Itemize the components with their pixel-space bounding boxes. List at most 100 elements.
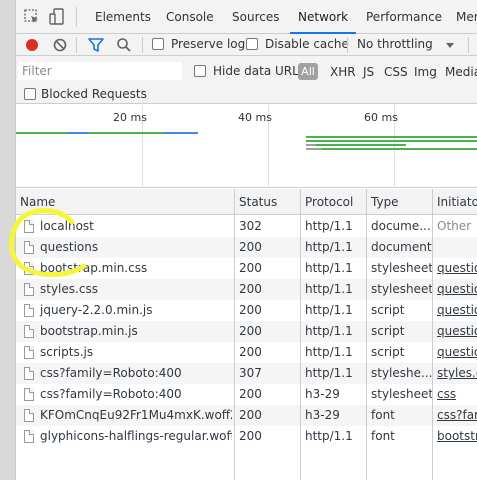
record-icon[interactable] — [20, 33, 44, 57]
disable-cache-checkbox[interactable] — [246, 38, 258, 50]
cell-initiator[interactable]: css — [433, 384, 477, 405]
cell-status: 200 — [239, 408, 262, 422]
blocked-requests-checkbox[interactable] — [24, 88, 36, 100]
tab-console[interactable]: Console — [166, 0, 214, 34]
file-icon — [24, 304, 34, 317]
devtools-tab-bar: Elements Console Sources Network Perform… — [16, 0, 477, 34]
cell-name[interactable]: localhost — [36, 216, 232, 237]
filter-input[interactable] — [18, 62, 182, 80]
dropdown-icon[interactable] — [438, 33, 462, 57]
toolbar-separator — [142, 37, 143, 53]
cell-name[interactable]: bootstrap.min.js — [36, 321, 232, 342]
column-header-status[interactable]: Status — [235, 189, 300, 215]
column-header-protocol[interactable]: Protocol — [301, 189, 366, 215]
cell-status: 307 — [239, 366, 262, 380]
cell-name[interactable]: questions — [36, 237, 232, 258]
cell-type: font — [371, 408, 395, 422]
tab-memory[interactable]: Mem — [456, 0, 477, 34]
tab-sources[interactable]: Sources — [232, 0, 279, 34]
filter-type-js[interactable]: JS — [363, 65, 374, 79]
device-toggle-icon[interactable] — [46, 5, 70, 29]
toolbar-separator — [468, 37, 469, 53]
cell-status: 302 — [239, 219, 262, 233]
filter-type-css[interactable]: CSS — [384, 65, 408, 79]
cell-protocol: h3-29 — [305, 408, 340, 422]
cell-name[interactable]: jquery-2.2.0.min.js — [36, 300, 232, 321]
cell-type: script — [371, 303, 405, 317]
cell-initiator[interactable]: questio — [433, 300, 477, 321]
cell-initiator[interactable]: questio — [433, 258, 477, 279]
cell-name[interactable]: styles.css — [36, 279, 232, 300]
cell-protocol: http/1.1 — [305, 219, 353, 233]
cell-name[interactable]: css?family=Roboto:400 — [36, 363, 232, 384]
cell-name[interactable]: bootstrap.min.css — [36, 258, 232, 279]
cell-initiator[interactable]: bootstra — [433, 426, 477, 447]
cell-initiator[interactable]: questio — [433, 279, 477, 300]
file-icon — [24, 430, 34, 443]
toolbar-separator — [76, 37, 77, 53]
inspect-icon[interactable] — [20, 5, 44, 29]
table-row[interactable]: glyphicons-halflings-regular.woff 200 http… — [16, 426, 477, 447]
tab-network[interactable]: Network — [290, 0, 357, 34]
filter-type-media[interactable]: Media — [445, 65, 477, 79]
overview-bar — [306, 140, 477, 142]
file-icon — [24, 241, 34, 254]
file-icon — [24, 409, 34, 422]
column-divider — [300, 189, 301, 480]
filter-type-img[interactable]: Img — [414, 65, 437, 79]
clear-icon[interactable] — [48, 33, 72, 57]
table-row[interactable]: jquery-2.2.0.min.js 200 http/1.1 script ques… — [16, 300, 477, 321]
table-row[interactable]: KFOmCnqEu92Fr1Mu4mxK.woff2 200 h3-29 font cs… — [16, 405, 477, 426]
tab-elements[interactable]: Elements — [95, 0, 151, 34]
filter-icon[interactable] — [84, 33, 108, 57]
file-icon — [24, 325, 34, 338]
table-row[interactable]: bootstrap.min.js 200 http/1.1 script questio — [16, 321, 477, 342]
overview-bar — [68, 132, 88, 134]
cell-protocol: http/1.1 — [305, 282, 353, 296]
tab-performance[interactable]: Performance — [366, 0, 442, 34]
cell-protocol: http/1.1 — [305, 324, 353, 338]
cell-status: 200 — [239, 345, 262, 359]
column-header-type[interactable]: Type — [367, 189, 432, 215]
overview-bar — [306, 136, 477, 138]
hide-data-urls-label: Hide data URLs — [213, 64, 306, 78]
table-row[interactable]: bootstrap.min.css 200 http/1.1 stylesheet qu… — [16, 258, 477, 279]
cell-protocol: h3-29 — [305, 387, 340, 401]
cell-name[interactable]: glyphicons-halflings-regular.woff — [36, 426, 232, 447]
table-row[interactable]: localhost 302 http/1.1 docume... Other — [16, 216, 477, 237]
filter-type-all[interactable]: All — [298, 63, 318, 80]
hide-data-urls-checkbox[interactable] — [194, 65, 206, 77]
throttling-select[interactable]: No throttling — [357, 37, 433, 51]
preserve-log-checkbox[interactable] — [152, 38, 164, 50]
cell-type: stylesheet — [371, 387, 432, 401]
column-divider — [366, 189, 367, 480]
disable-cache-label: Disable cache — [265, 37, 349, 51]
cell-status: 200 — [239, 240, 262, 254]
filter-type-xhr[interactable]: XHR — [330, 65, 356, 79]
table-row[interactable]: css?family=Roboto:400 200 h3-29 stylesheet c… — [16, 384, 477, 405]
network-overview[interactable]: 20 ms 40 ms 60 ms — [16, 105, 477, 188]
cell-status: 200 — [239, 324, 262, 338]
table-row[interactable]: scripts.js 200 http/1.1 script questio — [16, 342, 477, 363]
overview-bar — [306, 144, 406, 146]
file-icon — [24, 388, 34, 401]
cell-status: 200 — [239, 429, 262, 443]
search-icon[interactable] — [112, 33, 136, 57]
cell-name[interactable]: KFOmCnqEu92Fr1Mu4mxK.woff2 — [36, 405, 232, 426]
column-header-name[interactable]: Name — [16, 189, 234, 215]
left-panel-strip — [0, 0, 16, 480]
table-row[interactable]: questions 200 http/1.1 document — [16, 237, 477, 258]
cell-initiator[interactable]: css?fam — [433, 405, 477, 426]
cell-name[interactable]: scripts.js — [36, 342, 232, 363]
table-row[interactable]: styles.css 200 http/1.1 stylesheet questio — [16, 279, 477, 300]
column-header-initiator[interactable]: Initiator — [433, 189, 477, 215]
cell-initiator[interactable]: questio — [433, 342, 477, 363]
network-toolbar: Preserve log Disable cache No throttling — [16, 34, 477, 56]
column-divider — [234, 189, 235, 480]
cell-initiator[interactable]: styles.cs — [433, 363, 477, 384]
cell-initiator[interactable]: questio — [433, 321, 477, 342]
cell-type: styleshe... — [371, 366, 432, 380]
cell-name[interactable]: css?family=Roboto:400 — [36, 384, 232, 405]
cell-initiator — [433, 237, 477, 258]
table-row[interactable]: css?family=Roboto:400 307 http/1.1 styleshe… — [16, 363, 477, 384]
